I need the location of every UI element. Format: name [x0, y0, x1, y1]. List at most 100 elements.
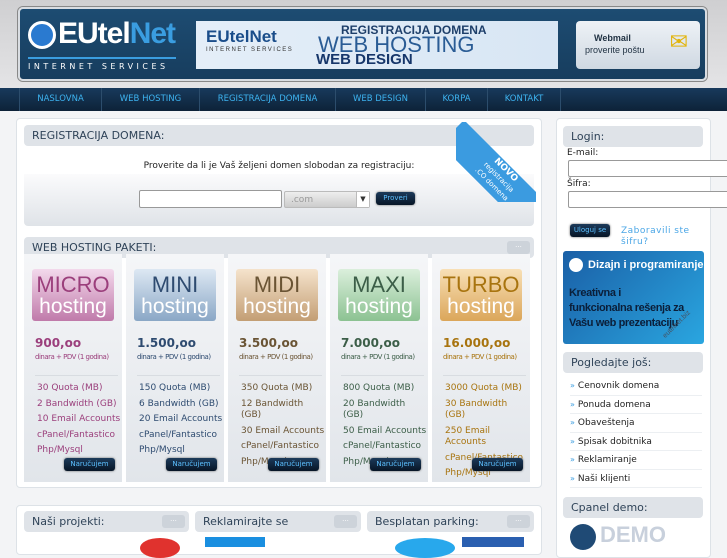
- advertise-header: Reklamirajte se...: [195, 511, 361, 532]
- email-input[interactable]: [568, 160, 727, 177]
- parking-header: Besplatan parking:...: [367, 511, 534, 532]
- package-name: MINI: [151, 272, 199, 297]
- package-sub: hosting: [39, 295, 107, 318]
- password-input[interactable]: [568, 191, 727, 208]
- eutelnet-logo[interactable]: EUtelNet INTERNET SERVICES: [26, 17, 176, 73]
- package-price-note: dinara + PDV (1 godina): [239, 353, 313, 361]
- email-label: E-mail:: [567, 148, 599, 158]
- package-price: 7.000,oo: [341, 336, 401, 350]
- order-button[interactable]: Naručujem: [166, 458, 217, 471]
- package-feature: 2 Bandwidth (GB): [37, 398, 117, 409]
- nav-naslovna[interactable]: NASLOVNA: [19, 88, 101, 111]
- more-link[interactable]: » Reklamiranje: [570, 451, 702, 470]
- domain-section-title: REGISTRACIJA DOMENA:: [32, 129, 165, 142]
- package-price: 1.500,oo: [137, 336, 197, 350]
- package-maxi: MAXI hosting 7.000,oo dinara + PDV (1 god…: [330, 254, 428, 482]
- ad-title: Dizajn i programiranje: [588, 259, 704, 271]
- tld-select[interactable]: .com ▼: [284, 191, 370, 208]
- cpanel-header: Cpanel demo:: [563, 497, 703, 518]
- header-banner[interactable]: EUtelNet INTERNET SERVICES REGISTRACIJA D…: [196, 21, 558, 69]
- more-link[interactable]: » Ponuda domena: [570, 396, 702, 414]
- package-feature: 250 Email Accounts: [445, 425, 491, 448]
- more-link[interactable]: » Spisak dobitnika: [570, 433, 702, 451]
- forgot-password-link[interactable]: Zaboravili ste šifru?: [621, 226, 701, 248]
- package-feature: 20 Email Accounts: [139, 414, 223, 424]
- projects-more-button[interactable]: ...: [162, 515, 185, 528]
- package-feature: 150 Quota (MB): [139, 383, 211, 393]
- banner-brand: EUtelNet INTERNET SERVICES: [206, 27, 293, 53]
- more-link-label: Ponuda domena: [577, 399, 651, 410]
- package-sub: hosting: [447, 295, 515, 318]
- package-sub: hosting: [141, 295, 209, 318]
- novo-co-ribbon[interactable]: NOVO registracija .CO domena: [456, 122, 536, 202]
- parking-image[interactable]: [395, 538, 455, 558]
- webmail-title: Webmail: [594, 33, 631, 43]
- advertise-image[interactable]: [205, 537, 265, 547]
- more-link-label: Obaveštenja: [577, 418, 635, 428]
- more-link[interactable]: » Cenovnik domena: [570, 377, 702, 396]
- more-link-label: Reklamiranje: [577, 455, 637, 465]
- order-button[interactable]: Naručujem: [268, 458, 319, 471]
- ad-body: Kreativna i funkcionalna rešenja za Vašu…: [569, 287, 684, 329]
- package-price-note: dinara + PDV (1 godina): [443, 353, 517, 361]
- nav-kontakt[interactable]: KONTAKT: [487, 88, 561, 111]
- package-features: 30 Quota (MB) 2 Bandwidth (GB) 10 Email Ac…: [37, 383, 121, 461]
- package-feature: 50 Email Accounts: [343, 425, 427, 436]
- double-chevron-right-icon: »: [570, 473, 575, 483]
- divider: [137, 375, 220, 376]
- package-feature: 350 Quota (MB): [241, 383, 313, 393]
- chevron-down-icon: ▼: [356, 192, 369, 207]
- hosting-more-button[interactable]: ...: [507, 241, 530, 254]
- double-chevron-right-icon: »: [570, 436, 575, 446]
- more-links: » Cenovnik domena» Ponuda domena» Obavešten…: [570, 377, 702, 488]
- nav-web-hosting[interactable]: WEB HOSTING: [101, 88, 199, 111]
- login-header: Login:: [563, 126, 703, 147]
- eutelnet-icon: [569, 258, 583, 272]
- proveri-button[interactable]: Proveri: [376, 192, 415, 205]
- package-feature: cPanel/Fantastico: [139, 429, 218, 440]
- parking-image-2[interactable]: [462, 537, 524, 547]
- advertise-more-button[interactable]: ...: [334, 515, 357, 528]
- projects-header: Naši projekti:...: [24, 511, 189, 532]
- hosting-section-title: WEB HOSTING PAKETI:: [32, 241, 157, 254]
- mail-warning-icon: ✉: [669, 29, 688, 54]
- divider: [35, 375, 118, 376]
- package-feature: 20 Bandwidth (GB): [343, 398, 406, 421]
- package-feature: 30 Quota (MB): [37, 383, 103, 393]
- package-sub: hosting: [345, 295, 413, 318]
- domain-input[interactable]: [139, 190, 282, 208]
- double-chevron-right-icon: »: [570, 455, 575, 464]
- divider: [443, 375, 526, 376]
- package-feature: 30 Email Accounts: [241, 425, 325, 436]
- parking-more-button[interactable]: ...: [507, 515, 530, 528]
- nav-korpa[interactable]: KORPA: [425, 88, 487, 111]
- more-header: Pogledajte još:: [563, 352, 703, 373]
- more-link[interactable]: » Obaveštenja: [570, 414, 702, 433]
- logo-name-a: EUtel: [58, 17, 131, 50]
- more-link-label: Spisak dobitnika: [577, 436, 652, 447]
- nav-web-design[interactable]: WEB DESIGN: [335, 88, 425, 111]
- cpanel-demo-logo[interactable]: DEMO: [600, 522, 666, 548]
- package-turbo: TURBO hosting 16.000,oo dinara + PDV (1 g…: [432, 254, 530, 482]
- package-feature: 30 Bandwidth (GB): [445, 398, 508, 421]
- logo-name-b: Net: [129, 17, 176, 50]
- order-button[interactable]: Naručujem: [64, 458, 115, 471]
- package-sub: hosting: [243, 295, 311, 318]
- design-ad-banner[interactable]: Dizajn i programiranje Kreativna i funkc…: [563, 251, 704, 344]
- package-price: 900,oo: [35, 336, 82, 350]
- order-button[interactable]: Naručujem: [472, 458, 523, 471]
- more-link[interactable]: » Naši klijenti: [570, 470, 702, 488]
- webmail-subtitle: proverite poštu: [585, 45, 645, 55]
- order-button[interactable]: Naručujem: [370, 458, 421, 471]
- project-logo-image[interactable]: [140, 538, 180, 558]
- webmail-button[interactable]: Webmail proverite poštu ✉: [576, 21, 700, 69]
- cpanel-logo-icon[interactable]: [570, 524, 596, 550]
- package-feature: cPanel/Fantastico: [37, 429, 116, 440]
- package-feature: Php/Mysql: [139, 445, 185, 455]
- package-logo: MAXI hosting: [338, 269, 420, 321]
- nav-registracija-domena[interactable]: REGISTRACIJA DOMENA: [199, 88, 335, 111]
- package-feature: cPanel/Fantastico: [343, 441, 422, 451]
- package-price-note: dinara + PDV (1 godina): [341, 353, 415, 361]
- login-button[interactable]: Uloguj se: [570, 224, 610, 237]
- banner-brand-sub: INTERNET SERVICES: [206, 47, 294, 53]
